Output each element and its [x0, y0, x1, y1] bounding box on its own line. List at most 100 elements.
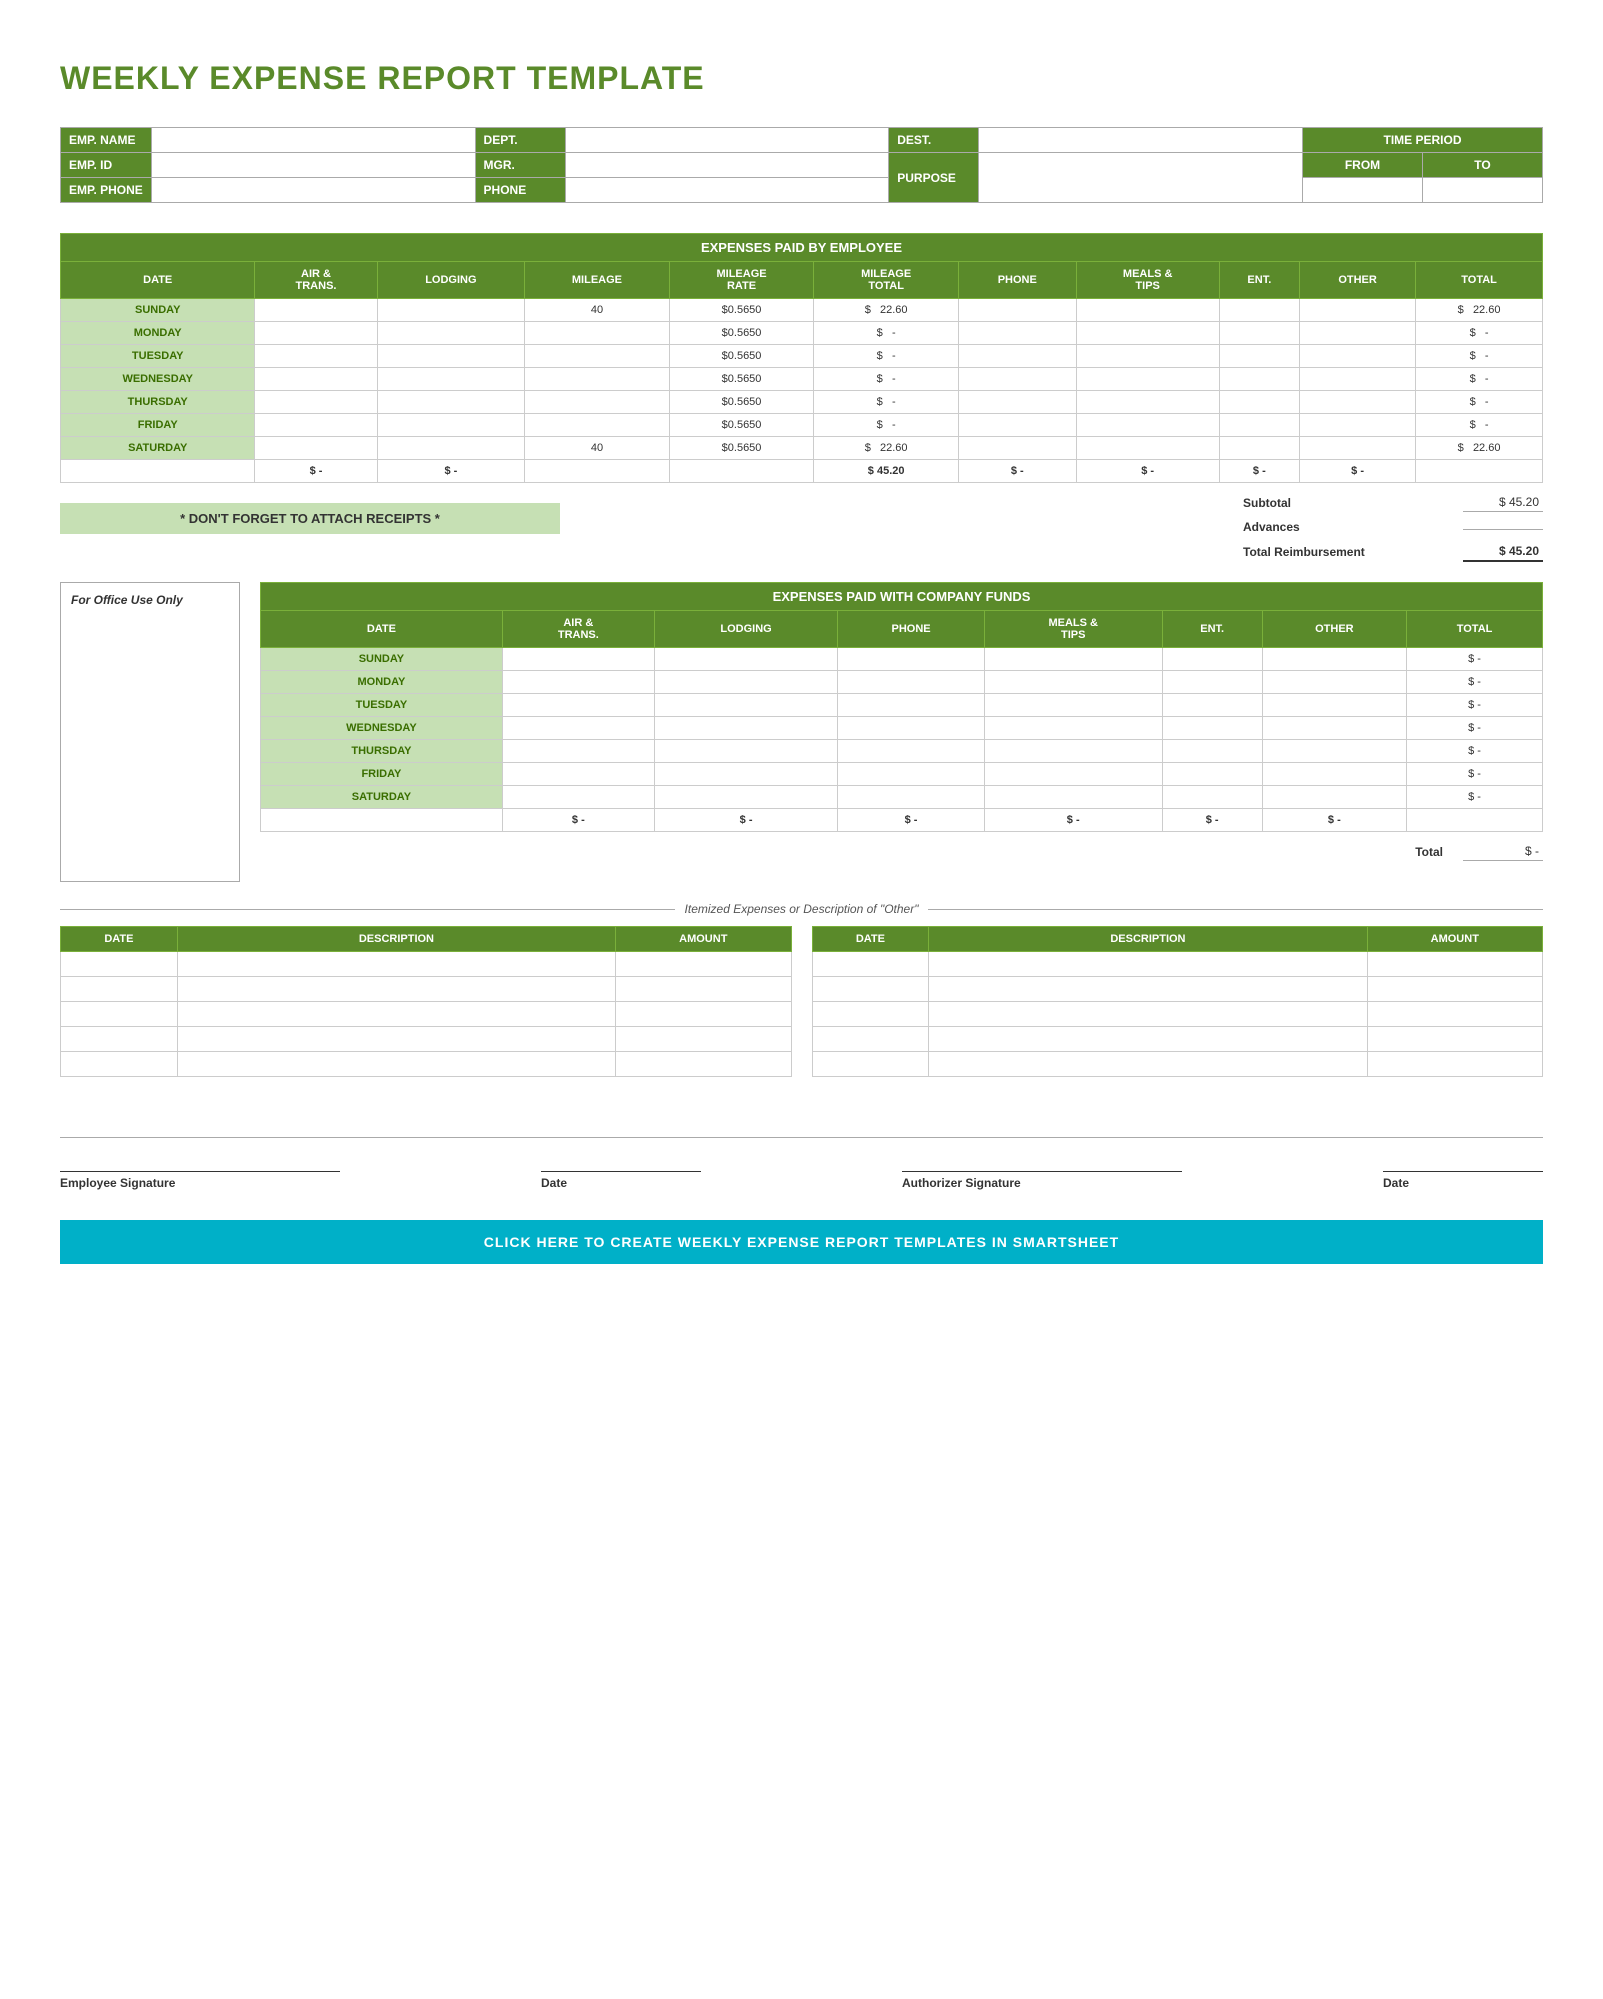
mileage-value[interactable] [525, 322, 670, 345]
mileage-value[interactable] [525, 391, 670, 414]
phone-value[interactable] [958, 345, 1076, 368]
lodging-value[interactable] [377, 368, 525, 391]
air-value[interactable] [502, 740, 654, 763]
meals-value[interactable] [1076, 299, 1219, 322]
air-value[interactable] [255, 414, 377, 437]
ent-value[interactable] [1219, 322, 1299, 345]
lodging-value[interactable] [654, 763, 838, 786]
phone-value[interactable] [958, 368, 1076, 391]
mileage-value[interactable] [525, 345, 670, 368]
phone-value[interactable] [958, 299, 1076, 322]
phone-value[interactable] [838, 648, 984, 671]
lodging-value[interactable] [377, 437, 525, 460]
air-value[interactable] [502, 648, 654, 671]
lodging-value[interactable] [654, 717, 838, 740]
other-value[interactable] [1300, 391, 1416, 414]
other-value[interactable] [1262, 740, 1406, 763]
ent-value[interactable] [1219, 391, 1299, 414]
lodging-value[interactable] [654, 671, 838, 694]
mileage-value[interactable] [525, 414, 670, 437]
meals-value[interactable] [1076, 345, 1219, 368]
other-value[interactable] [1300, 322, 1416, 345]
air-value[interactable] [502, 717, 654, 740]
phone-value[interactable] [958, 391, 1076, 414]
air-value[interactable] [255, 437, 377, 460]
phone-value[interactable] [565, 178, 889, 203]
other-value[interactable] [1262, 648, 1406, 671]
mileage-value[interactable]: 40 [525, 437, 670, 460]
other-value[interactable] [1262, 671, 1406, 694]
meals-value[interactable] [1076, 368, 1219, 391]
dest-value[interactable] [979, 128, 1303, 153]
other-value[interactable] [1262, 717, 1406, 740]
meals-value[interactable] [1076, 391, 1219, 414]
ent-value[interactable] [1162, 694, 1262, 717]
mileage-value[interactable] [525, 368, 670, 391]
ent-value[interactable] [1162, 717, 1262, 740]
meals-value[interactable] [984, 786, 1162, 809]
air-value[interactable] [255, 345, 377, 368]
air-value[interactable] [255, 299, 377, 322]
other-value[interactable] [1262, 694, 1406, 717]
from-value[interactable] [1303, 178, 1423, 203]
ent-value[interactable] [1162, 763, 1262, 786]
air-value[interactable] [255, 322, 377, 345]
phone-value[interactable] [838, 740, 984, 763]
meals-value[interactable] [984, 717, 1162, 740]
lodging-value[interactable] [377, 322, 525, 345]
phone-value[interactable] [838, 786, 984, 809]
to-value[interactable] [1423, 178, 1543, 203]
air-value[interactable] [502, 671, 654, 694]
phone-value[interactable] [838, 717, 984, 740]
lodging-value[interactable] [654, 740, 838, 763]
ent-value[interactable] [1162, 740, 1262, 763]
air-value[interactable] [255, 368, 377, 391]
purpose-value[interactable] [979, 153, 1303, 203]
lodging-value[interactable] [654, 694, 838, 717]
ent-value[interactable] [1219, 368, 1299, 391]
ent-value[interactable] [1219, 345, 1299, 368]
phone-value[interactable] [958, 437, 1076, 460]
ent-value[interactable] [1162, 786, 1262, 809]
lodging-value[interactable] [377, 391, 525, 414]
ent-value[interactable] [1219, 299, 1299, 322]
phone-value[interactable] [838, 694, 984, 717]
other-value[interactable] [1300, 437, 1416, 460]
meals-value[interactable] [1076, 322, 1219, 345]
other-value[interactable] [1300, 368, 1416, 391]
meals-value[interactable] [984, 740, 1162, 763]
phone-value[interactable] [838, 671, 984, 694]
mgr-value[interactable] [565, 153, 889, 178]
phone-value[interactable] [958, 322, 1076, 345]
meals-value[interactable] [984, 648, 1162, 671]
air-value[interactable] [502, 786, 654, 809]
air-value[interactable] [502, 763, 654, 786]
other-value[interactable] [1300, 345, 1416, 368]
dept-value[interactable] [565, 128, 889, 153]
emp-name-value[interactable] [151, 128, 475, 153]
ent-value[interactable] [1219, 437, 1299, 460]
lodging-value[interactable] [377, 414, 525, 437]
phone-value[interactable] [958, 414, 1076, 437]
other-value[interactable] [1300, 299, 1416, 322]
meals-value[interactable] [984, 694, 1162, 717]
meals-value[interactable] [984, 763, 1162, 786]
other-value[interactable] [1300, 414, 1416, 437]
emp-phone-value[interactable] [151, 178, 475, 203]
ent-value[interactable] [1219, 414, 1299, 437]
lodging-value[interactable] [377, 299, 525, 322]
lodging-value[interactable] [654, 786, 838, 809]
cta-banner[interactable]: CLICK HERE TO CREATE WEEKLY EXPENSE REPO… [60, 1220, 1543, 1264]
mileage-value[interactable]: 40 [525, 299, 670, 322]
ent-value[interactable] [1162, 671, 1262, 694]
ent-value[interactable] [1162, 648, 1262, 671]
phone-value[interactable] [838, 763, 984, 786]
emp-id-value[interactable] [151, 153, 475, 178]
lodging-value[interactable] [654, 648, 838, 671]
meals-value[interactable] [1076, 437, 1219, 460]
other-value[interactable] [1262, 763, 1406, 786]
lodging-value[interactable] [377, 345, 525, 368]
meals-value[interactable] [984, 671, 1162, 694]
other-value[interactable] [1262, 786, 1406, 809]
air-value[interactable] [255, 391, 377, 414]
